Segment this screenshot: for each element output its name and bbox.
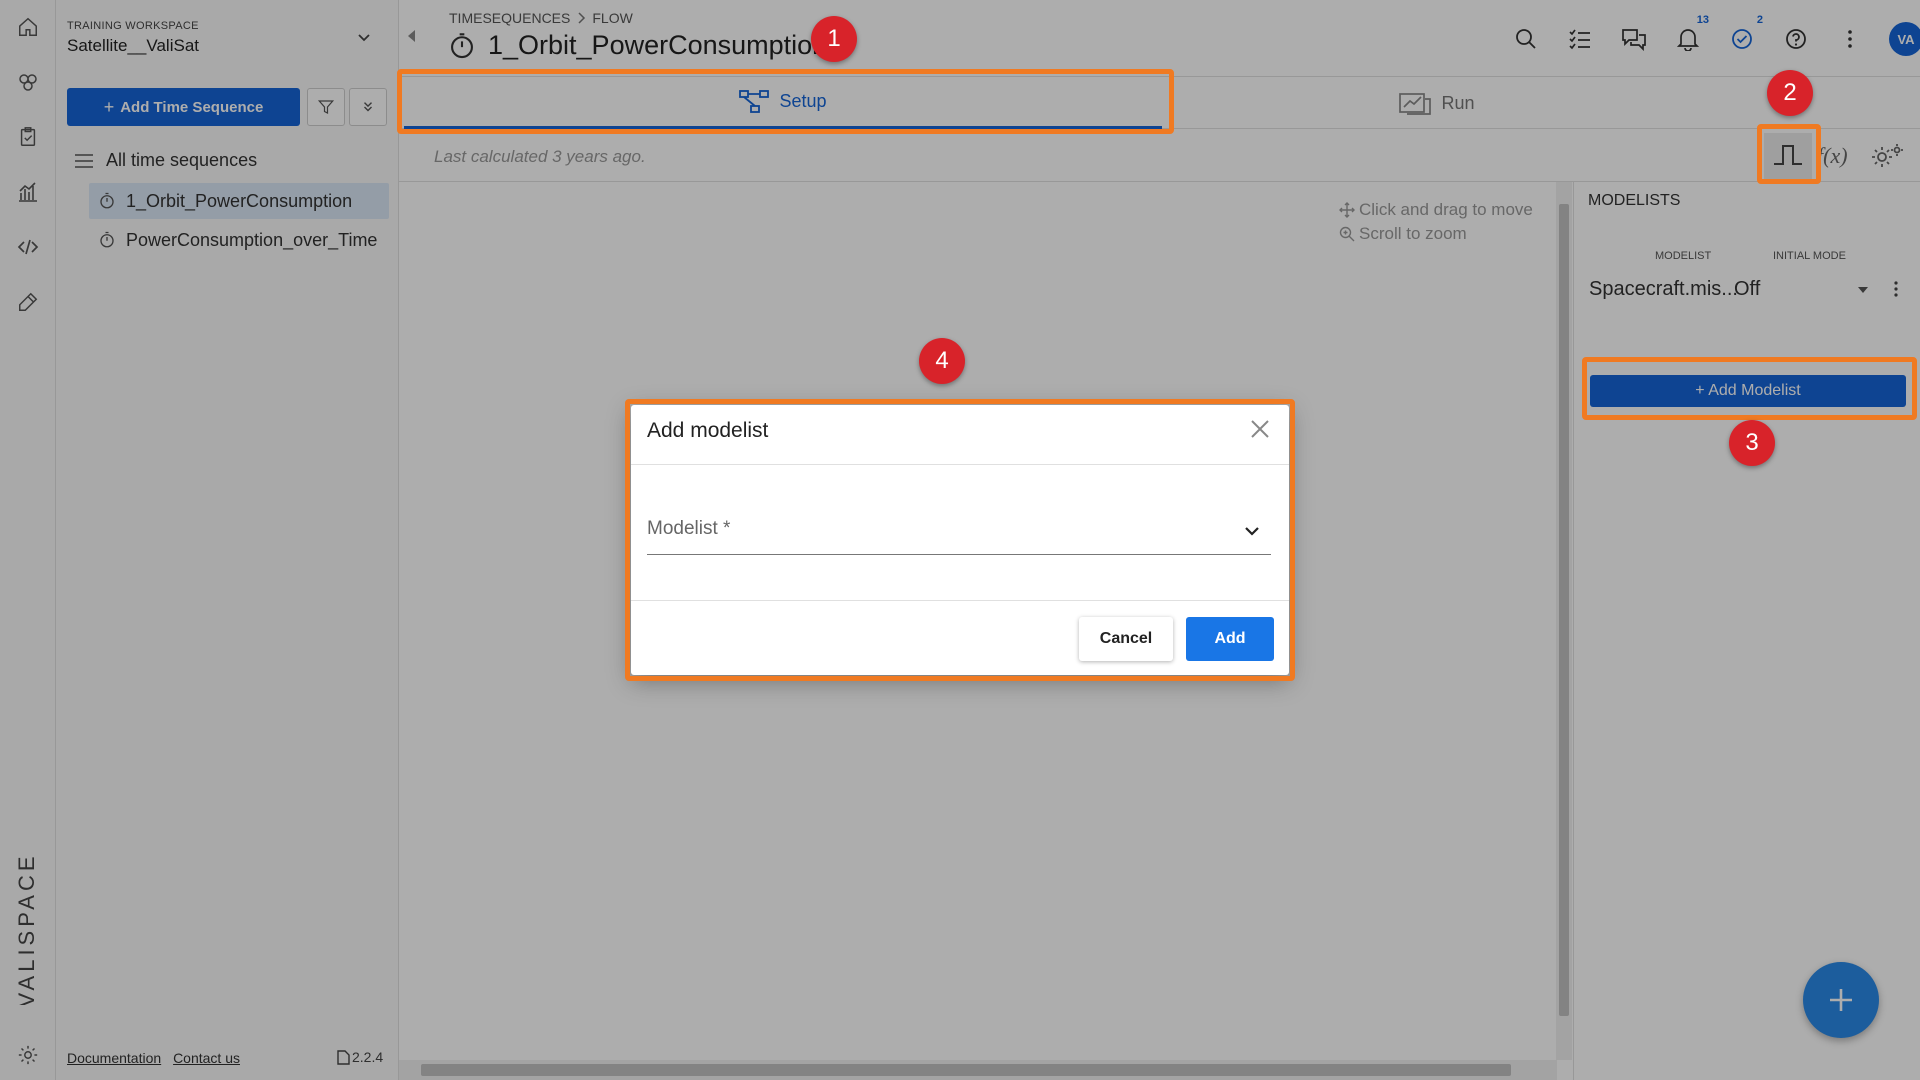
tutorial-marker-1: 1 (811, 16, 857, 62)
tutorial-marker-3: 3 (1729, 420, 1775, 466)
tutorial-marker-2: 2 (1767, 70, 1813, 116)
tutorial-marker-4: 4 (919, 338, 965, 384)
highlight-modes-button (1757, 124, 1821, 184)
highlight-dialog (625, 399, 1295, 681)
highlight-setup-tab (397, 69, 1174, 134)
highlight-add-modelist (1582, 357, 1917, 420)
